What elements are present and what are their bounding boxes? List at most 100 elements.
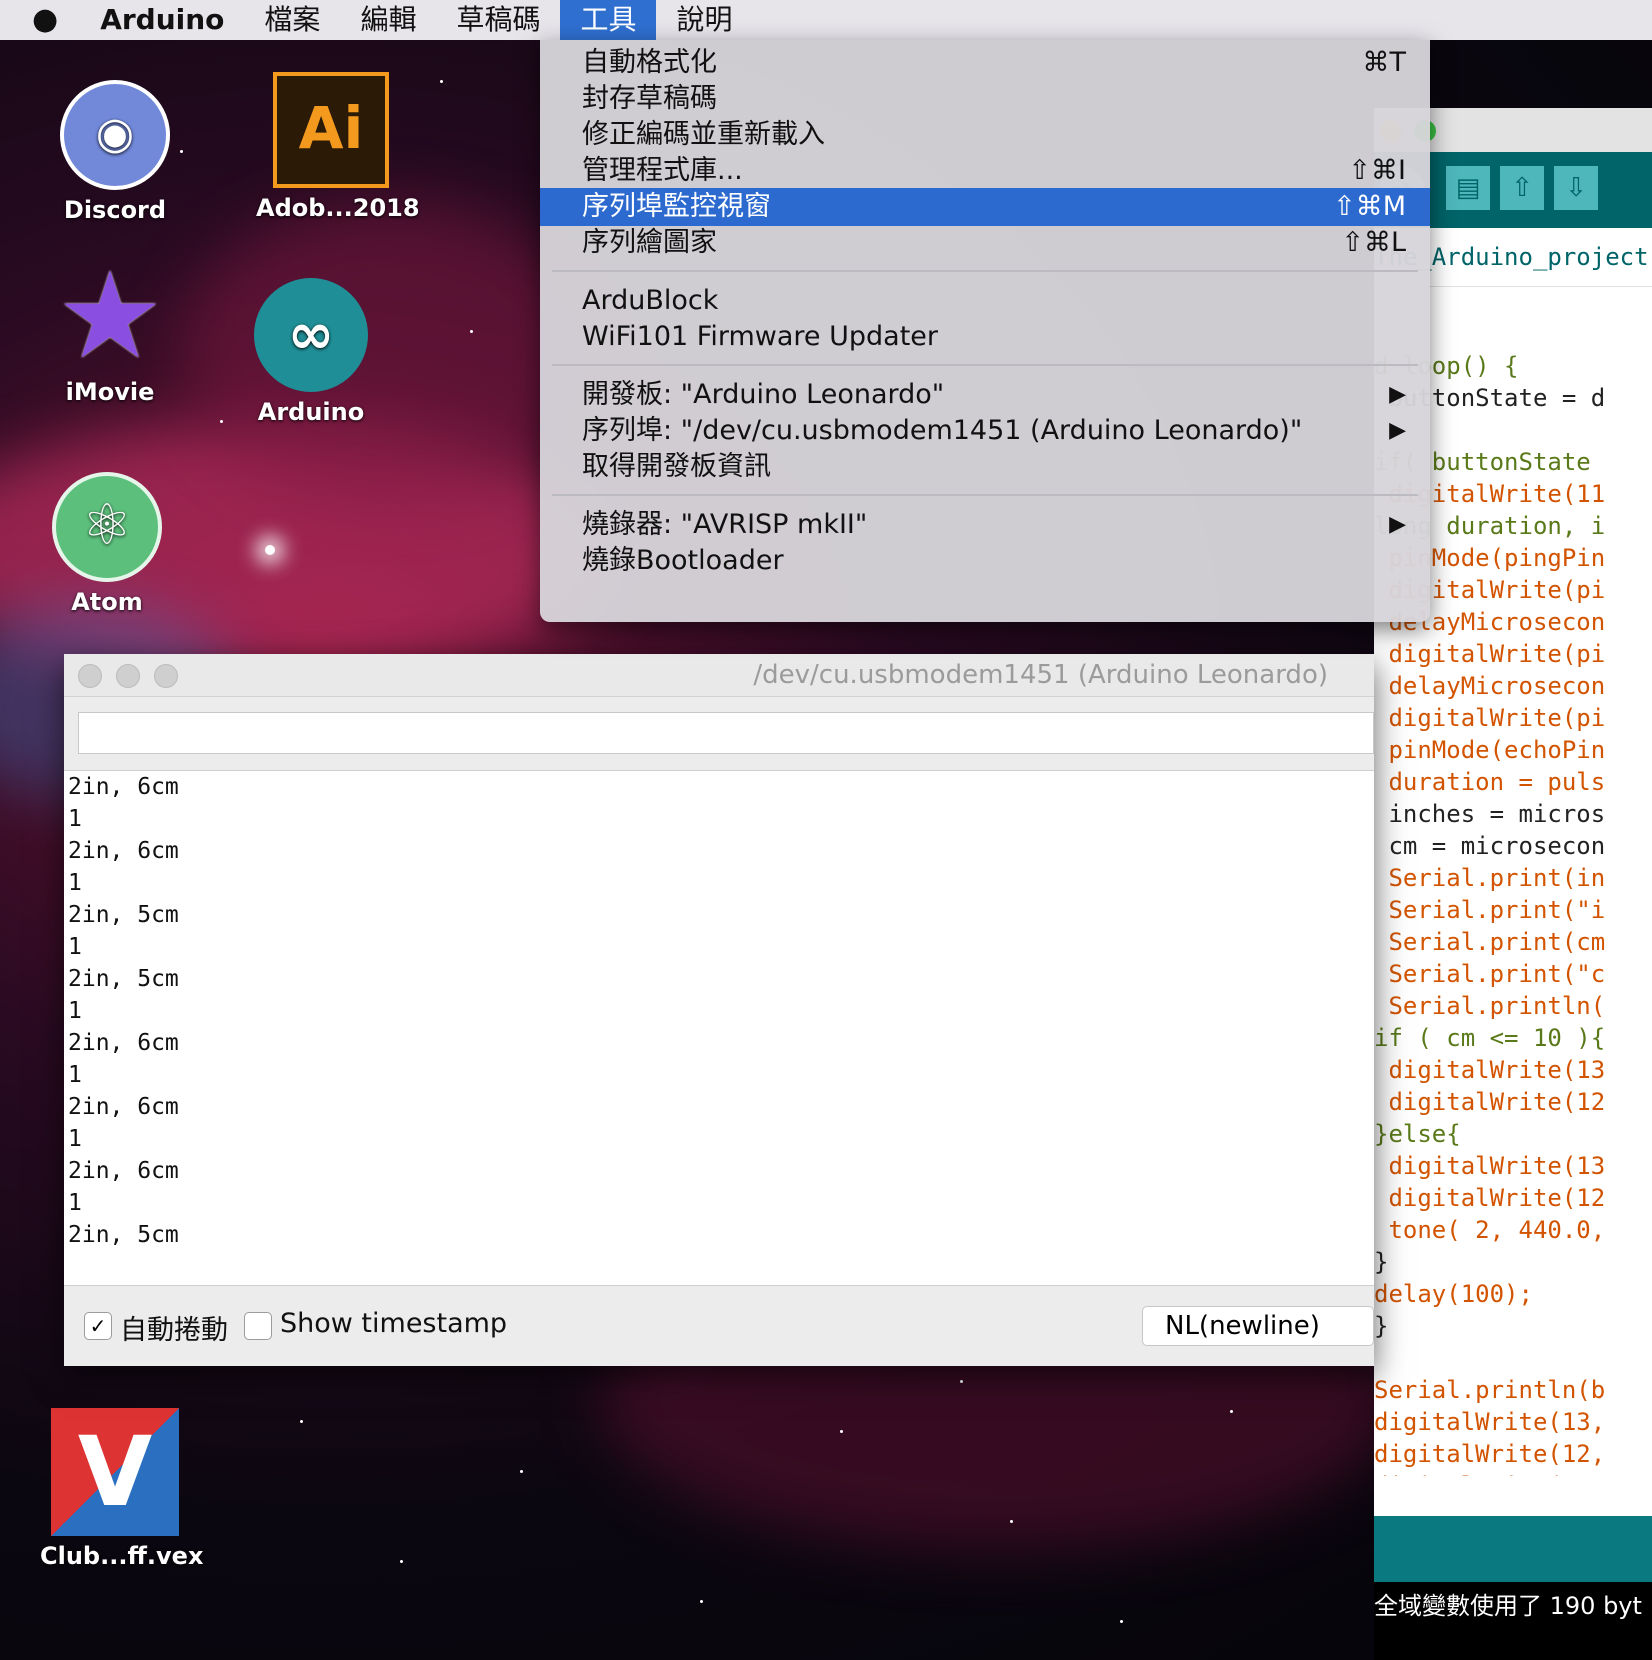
tools-menu-item[interactable]: 序列埠: "/dev/cu.usbmodem1451 (Arduino Leon… [540, 412, 1430, 450]
tools-menu: 自動格式化 ⌘T 封存草稿碼 修正編碼並重新載入 管理程式庫... ⇧⌘I 序列埠監控視窗 ⇧… [540, 40, 1430, 622]
tools-menu-item[interactable]: 封存草稿碼 [540, 80, 1430, 118]
tools-menu-item[interactable]: 序列埠監控視窗 ⇧⌘M [540, 188, 1430, 226]
vex-logo-icon: V [51, 1408, 179, 1536]
serial-output-line: 1 [68, 806, 82, 832]
serial-output-line: 2in, 6cm [68, 1094, 179, 1120]
code-line: cm = microsecon [1374, 832, 1606, 860]
serial-send-input[interactable] [78, 712, 1374, 754]
imovie-star-icon: ★ [56, 247, 164, 386]
tools-menu-item[interactable]: 開發板: "Arduino Leonardo" ▶ [540, 376, 1430, 414]
arduino-infinity-icon: ∞ [254, 278, 368, 392]
menu-tools[interactable]: 工具 [560, 0, 657, 40]
menu-item-shortcut: ⇧⌘I [1348, 155, 1406, 186]
desktop-icon-label: Club...ff.vex [40, 1542, 204, 1570]
show-timestamp-checkbox[interactable] [244, 1312, 272, 1340]
discord-icon: ◉ [60, 80, 170, 190]
serial-output-line: 2in, 6cm [68, 1030, 179, 1056]
code-line: Serial.print(in [1374, 864, 1606, 892]
atom-icon: ⚛ [52, 472, 162, 582]
menu-item-label: 封存草稿碼 [582, 83, 717, 114]
menu-item-label: 序列繪圖家 [582, 227, 717, 258]
serial-output-line: 2in, 6cm [68, 1158, 179, 1184]
code-line: digitalWrite(13 [1374, 1056, 1606, 1084]
desktop-icon-imovie[interactable]: ★ iMovie [40, 247, 180, 407]
menu-help[interactable]: 說明 [656, 0, 752, 40]
menu-item-shortcut: ⌘T [1362, 47, 1407, 78]
serial-output-line: 1 [68, 998, 82, 1024]
save-sketch-icon[interactable]: ⇩ [1554, 166, 1598, 210]
tools-menu-item[interactable]: 修正編碼並重新載入 [540, 116, 1430, 154]
code-line: if ( cm <= 10 ){ [1374, 1024, 1606, 1052]
serial-output-line: 2in, 5cm [68, 966, 179, 992]
serial-output[interactable]: 2in, 6cm 1 2in, 6cm 1 2in, 5cm 1 2in, 5cm 1 2in,… [64, 770, 1374, 1286]
code-line: digitalWrite(12, [1374, 1440, 1606, 1468]
serial-output-line: 2in, 5cm [68, 902, 179, 928]
code-line: digitalWrite(12 [1374, 1088, 1606, 1116]
code-line: Serial.println(b [1374, 1376, 1606, 1404]
menu-item-label: 序列埠: "/dev/cu.usbmodem1451 (Arduino Leon… [582, 415, 1303, 446]
menu-app-arduino[interactable]: Arduino [80, 0, 244, 40]
menu-sketch[interactable]: 草稿碼 [436, 0, 560, 40]
menu-item-shortcut: ⇧⌘M [1333, 191, 1406, 222]
new-sketch-icon[interactable]: ▤ [1446, 166, 1490, 210]
menu-file[interactable]: 檔案 [244, 0, 340, 40]
serial-output-line: 1 [68, 934, 82, 960]
tools-menu-item[interactable]: 燒錄Bootloader [540, 542, 1430, 580]
close-button[interactable] [78, 664, 102, 688]
code-line: pinMode(echoPin [1374, 736, 1606, 764]
menu-edit[interactable]: 編輯 [340, 0, 436, 40]
tools-menu-item[interactable]: 自動格式化 ⌘T [540, 44, 1430, 82]
code-line: digitalWrite(13 [1374, 1152, 1606, 1180]
desktop-icon-vex[interactable]: V Club...ff.vex [40, 1408, 204, 1570]
desktop-icon-atom[interactable]: ⚛ Atom [42, 472, 172, 616]
menu-separator [552, 364, 1418, 366]
desktop-icon-arduino[interactable]: ∞ Arduino [246, 278, 376, 426]
submenu-arrow-icon: ▶ [1389, 418, 1406, 443]
code-line: }else{ [1374, 1120, 1461, 1148]
serial-output-line: 1 [68, 1126, 82, 1152]
tools-menu-item[interactable]: ArduBlock [540, 282, 1430, 320]
autoscroll-checkbox[interactable]: ✓ [84, 1312, 112, 1340]
menu-bar: ● Arduino 檔案 編輯 草稿碼 工具 說明 [0, 0, 1652, 40]
window-title: /dev/cu.usbmodem1451 (Arduino Leonardo) [753, 660, 1328, 690]
menu-item-label: 管理程式庫... [582, 155, 743, 186]
serial-output-line: 1 [68, 870, 82, 896]
menu-item-label: 燒錄Bootloader [582, 545, 784, 576]
line-ending-select[interactable]: NL(newline) [1142, 1306, 1374, 1346]
desktop-icon-discord[interactable]: ◉ Discord [50, 80, 180, 224]
code-line: inches = micros [1374, 800, 1606, 828]
show-timestamp-label: Show timestamp [280, 1308, 508, 1339]
tools-menu-item[interactable]: 取得開發板資訊 [540, 448, 1430, 486]
serial-monitor-titlebar: /dev/cu.usbmodem1451 (Arduino Leonardo) [64, 654, 1374, 697]
code-line: } [1374, 1248, 1389, 1276]
minimize-button[interactable] [116, 664, 140, 688]
code-line: duration = puls [1374, 768, 1606, 796]
open-sketch-icon[interactable]: ⇧ [1500, 166, 1544, 210]
menu-item-label: ArduBlock [582, 285, 719, 316]
menu-item-label: 取得開發板資訊 [582, 451, 771, 482]
code-line: digitalWrite(11, [1374, 1470, 1652, 1476]
serial-output-line: 2in, 6cm [68, 838, 179, 864]
compiler-console: 全域變數使用了 190 byt [1374, 1582, 1652, 1660]
tools-menu-item[interactable]: 燒錄器: "AVRISP mkII" ▶ [540, 506, 1430, 544]
tools-menu-item[interactable]: WiFi101 Firmware Updater [540, 318, 1430, 356]
serial-output-line: 2in, 6cm [68, 774, 179, 800]
serial-output-line: 2in, 5cm [68, 1222, 179, 1248]
desktop-icon-illustrator[interactable]: Ai Adob...2018 [256, 72, 420, 222]
code-line: digitalWrite(13, [1374, 1408, 1606, 1436]
tools-menu-item[interactable]: 序列繪圖家 ⇧⌘L [540, 224, 1430, 262]
editor-status-bar [1374, 1516, 1652, 1582]
code-line: digitalWrite(pi [1374, 704, 1606, 732]
code-line: Serial.print("c [1374, 960, 1606, 988]
code-line: delayMicrosecon [1374, 672, 1606, 700]
code-line: digitalWrite(12 [1374, 1184, 1606, 1212]
tools-menu-item[interactable]: 管理程式庫... ⇧⌘I [540, 152, 1430, 190]
zoom-button[interactable] [154, 664, 178, 688]
apple-menu-icon[interactable]: ● [0, 0, 80, 40]
code-line: Serial.print("i [1374, 896, 1606, 924]
submenu-arrow-icon: ▶ [1389, 512, 1406, 537]
submenu-arrow-icon: ▶ [1389, 382, 1406, 407]
serial-output-line: 1 [68, 1062, 82, 1088]
desktop-icon-label: Arduino [257, 398, 365, 426]
